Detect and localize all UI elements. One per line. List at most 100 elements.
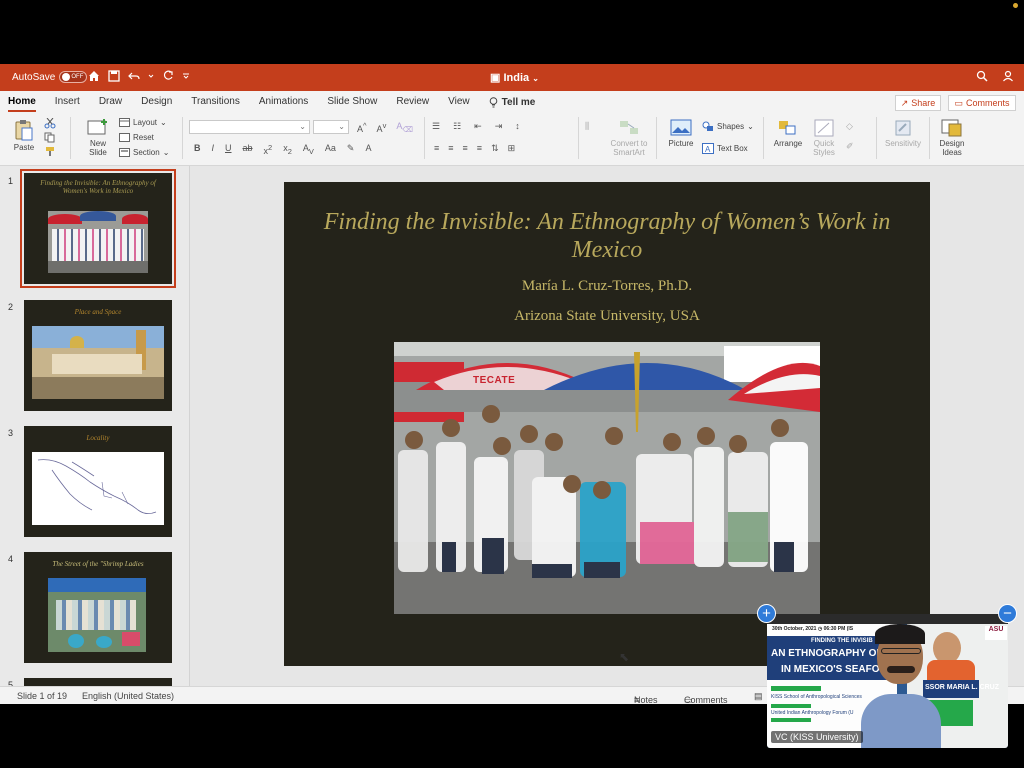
underline-icon[interactable]: U [225,143,232,156]
add-participant-button[interactable]: + [757,604,776,623]
document-title[interactable]: ▣ India ⌄ [490,71,539,84]
font-size-combo[interactable]: ⌄ [313,120,349,134]
tab-view[interactable]: View [448,96,470,112]
webinar-org-2: United Indian Anthropology Forum (U [771,710,854,716]
italic-icon[interactable]: I [212,143,215,156]
ribbon-tabs: Home Insert Draw Design Transitions Anim… [8,96,554,112]
decrease-indent-icon[interactable]: ⇤ [474,121,482,132]
slide-thumbnail-3[interactable]: Locality [24,426,172,537]
customize-toolbar-icon[interactable] [182,70,190,82]
slide-affiliation[interactable]: Arizona State University, USA [284,308,930,325]
section-button[interactable]: Section ⌄ [119,148,169,157]
mexico-map-icon [37,459,157,514]
autosave-toggle[interactable]: OFF [59,71,88,83]
tab-animations[interactable]: Animations [259,96,308,112]
webinar-date: 30th October, 2021 ◷ 06:30 PM (IS [772,626,854,632]
new-slide-button[interactable]: New Slide [82,119,114,157]
tab-design[interactable]: Design [141,96,172,112]
align-left-icon[interactable]: ≡ [434,143,439,154]
title-bar: AutoSave OFF ▣ India ⌄ [0,64,1024,91]
format-painter-icon[interactable] [44,146,56,157]
cut-icon[interactable] [44,118,56,129]
increase-font-size-icon[interactable]: A^ [357,121,367,134]
slide-thumbnail-4[interactable]: The Street of the "Shrimp Ladies [24,552,172,663]
text-box-button[interactable]: A Text Box [702,143,748,154]
normal-view-icon[interactable]: ▤ [754,691,763,702]
reset-button[interactable]: Reset [119,133,154,142]
align-text-icon[interactable]: ⊞ [508,143,516,154]
change-case-icon[interactable]: Aa [325,143,336,156]
shape-outline-icon[interactable]: ✐ [846,141,854,152]
layout-button[interactable]: Layout ⌄ [119,118,167,127]
status-comments-label: Comments [684,695,728,705]
share-icon: ↗ [900,97,909,108]
subscript-icon[interactable]: x2 [283,143,292,156]
justify-icon[interactable]: ≡ [477,143,482,154]
font-color-icon[interactable]: A [365,143,371,156]
chevron-down-icon: ⌄ [162,148,170,157]
market-photo[interactable]: TECATE [394,342,820,614]
tab-slide-show[interactable]: Slide Show [327,96,377,112]
tab-transitions[interactable]: Transitions [191,96,240,112]
undo-icon[interactable] [128,70,140,82]
profile-icon[interactable] [1002,70,1014,82]
numbering-icon[interactable]: ☷ [453,121,461,132]
picture-button[interactable]: Picture [666,119,696,148]
autosave-control[interactable]: AutoSave OFF [12,71,88,83]
paste-button[interactable]: Paste [10,119,38,152]
tab-home[interactable]: Home [8,96,36,112]
comments-button[interactable]: ▭ Comments [948,95,1016,111]
tab-insert[interactable]: Insert [55,96,80,112]
arrange-button[interactable]: Arrange [771,119,805,148]
share-button[interactable]: ↗ Share [895,95,941,111]
mouse-cursor-icon: ⬉ [619,650,630,664]
font-name-combo[interactable]: ⌄ [189,120,310,134]
design-ideas-icon [941,119,962,137]
decrease-font-size-icon[interactable]: Av [377,121,387,134]
text-box-icon: A [702,143,714,154]
slide-thumbnails-pane[interactable]: 1 Finding the Invisible: An Ethnography … [0,166,190,686]
market-photo-drawing [394,342,820,614]
language-indicator[interactable]: English (United States) [82,691,174,701]
save-icon[interactable] [108,70,120,82]
home-icon[interactable] [88,70,100,82]
convert-to-smartart-button[interactable]: Convert to SmartArt [606,119,652,157]
tab-draw[interactable]: Draw [99,96,122,112]
design-ideas-button[interactable]: Design Ideas [936,119,968,157]
tell-me-box[interactable]: Tell me [489,96,535,112]
chevron-down-icon: ⌄ [747,122,754,131]
slide-thumbnail-5[interactable] [24,678,172,686]
slide-author[interactable]: María L. Cruz-Torres, Ph.D. [284,278,930,295]
tab-review[interactable]: Review [396,96,429,112]
strikethrough-icon[interactable]: ab [243,143,253,156]
shape-fill-icon[interactable]: ◇ [846,121,854,132]
search-icon[interactable] [976,70,988,82]
align-right-icon[interactable]: ≡ [463,143,468,154]
text-direction-icon[interactable]: ⇅ [491,143,499,154]
slide-thumbnail-1[interactable]: Finding the Invisible: An Ethnography of… [20,169,176,288]
current-slide[interactable]: Finding the Invisible: An Ethnography of… [284,182,930,666]
undo-dropdown-icon[interactable] [148,70,154,82]
bold-icon[interactable]: B [194,143,201,156]
bullets-icon[interactable]: ☰ [432,121,440,132]
superscript-icon[interactable]: x2 [264,143,273,156]
smartart-icon [620,121,638,134]
columns-icon[interactable]: ⫼ [585,121,589,132]
slide-number: 3 [8,428,14,438]
minimize-video-button[interactable]: − [998,604,1017,623]
highlight-icon[interactable]: ✎ [347,143,355,156]
clear-formatting-icon[interactable]: A⌫ [396,121,413,134]
quick-styles-button[interactable]: Quick Styles [809,119,839,157]
sensitivity-button[interactable]: Sensitivity [883,119,923,148]
redo-icon[interactable] [162,70,174,82]
align-center-icon[interactable]: ≡ [448,143,453,154]
character-spacing-icon[interactable]: AV [303,143,314,156]
video-call-tile[interactable]: 30th October, 2021 ◷ 06:30 PM (IS FINDIN… [767,614,1008,748]
slide-editor[interactable]: Finding the Invisible: An Ethnography of… [190,166,1024,686]
shapes-button[interactable]: Shapes ⌄ [702,121,754,132]
line-spacing-icon[interactable]: ↕ [515,121,520,132]
slide-title[interactable]: Finding the Invisible: An Ethnography of… [304,208,910,264]
slide-thumbnail-2[interactable]: Place and Space [24,300,172,411]
copy-icon[interactable] [44,132,58,143]
increase-indent-icon[interactable]: ⇥ [495,121,503,132]
